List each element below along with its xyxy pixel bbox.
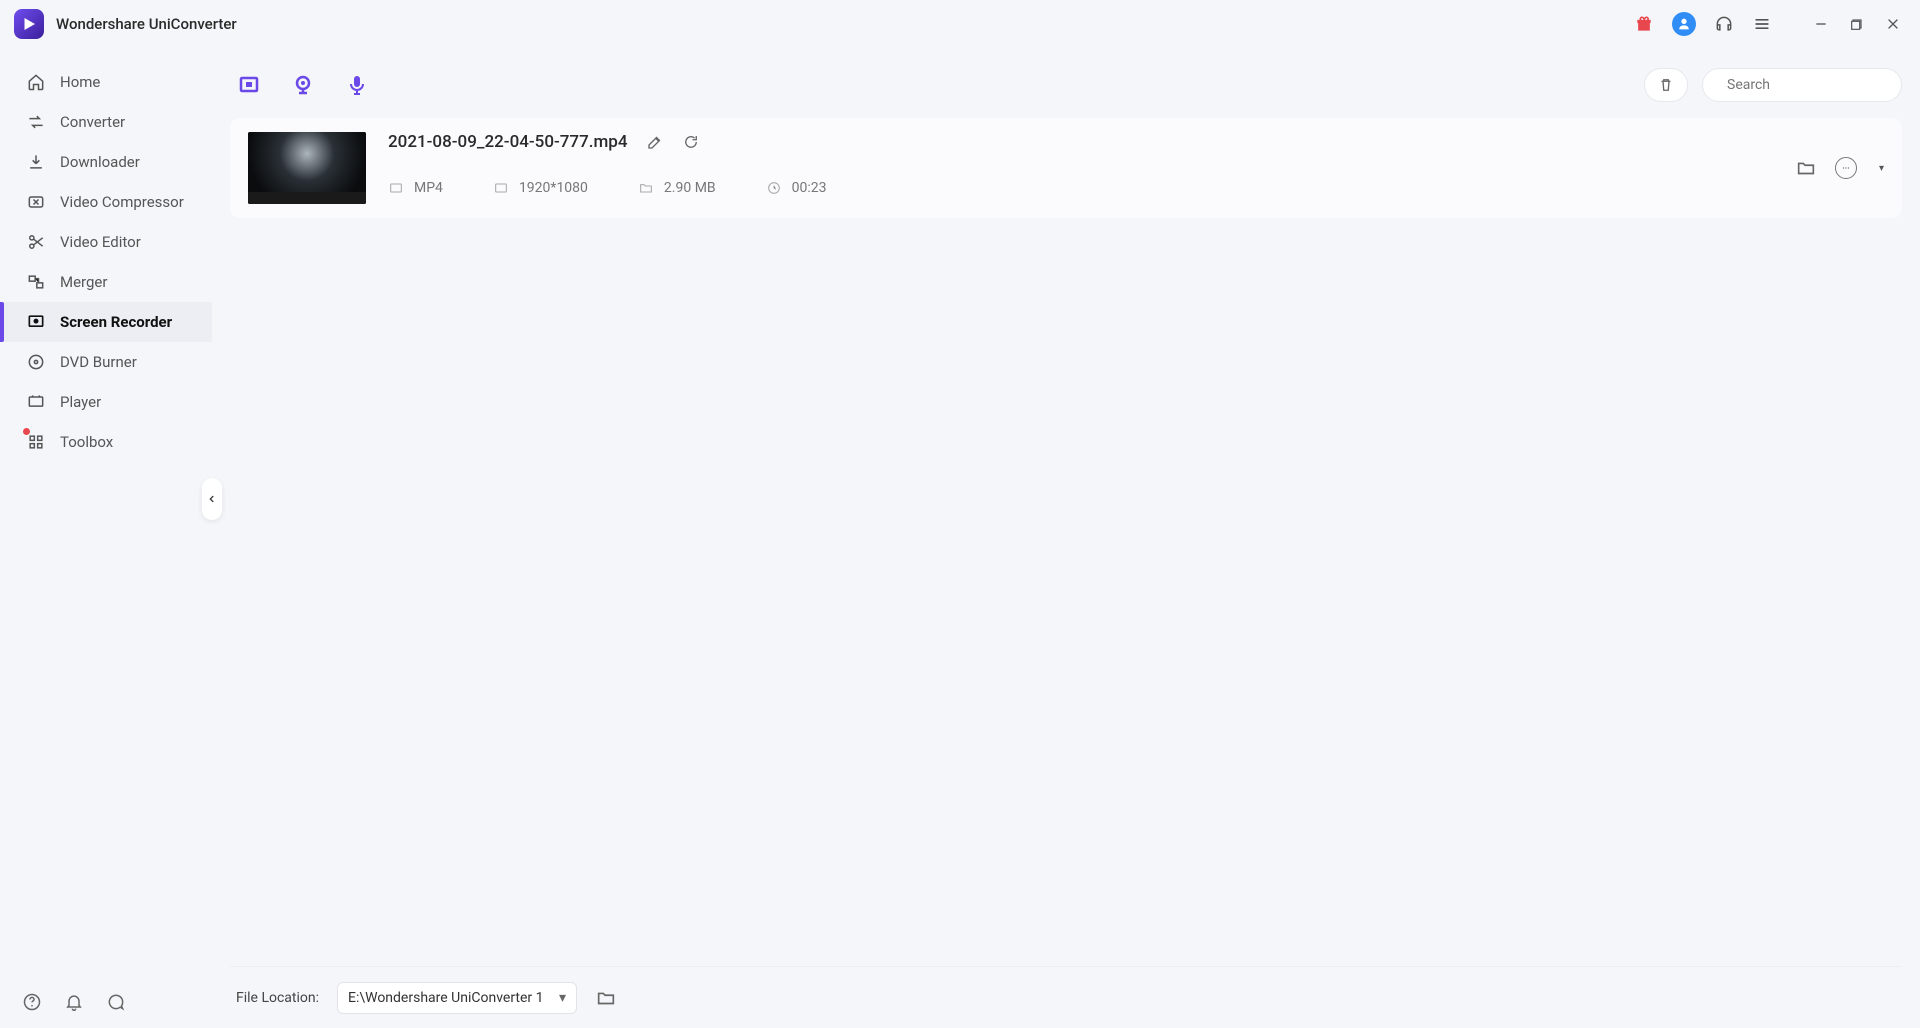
screen-record-icon: [237, 73, 261, 97]
more-icon: [1835, 157, 1857, 179]
sidebar-item-label: Converter: [60, 113, 125, 131]
open-location-button[interactable]: [595, 987, 617, 1009]
sidebar-item-home[interactable]: Home: [0, 62, 212, 102]
folder-icon: [595, 987, 617, 1009]
compress-icon: [26, 192, 46, 212]
window-close-button[interactable]: [1880, 11, 1906, 37]
format-icon: [388, 180, 404, 196]
file-format: MP4: [388, 180, 443, 196]
bell-icon: [64, 992, 84, 1012]
file-location-value: E:\Wondershare UniConverter 1: [348, 990, 543, 1006]
sidebar-item-video-editor[interactable]: Video Editor: [0, 222, 212, 262]
scissors-icon: [26, 232, 46, 252]
player-icon: [26, 392, 46, 412]
clock-icon: [766, 180, 782, 196]
sidebar-item-label: DVD Burner: [60, 353, 137, 371]
file-card[interactable]: 2021-08-09_22-04-50-777.mp4 MP4: [230, 118, 1902, 218]
help-button[interactable]: [22, 992, 42, 1012]
window-minimize-button[interactable]: [1808, 11, 1834, 37]
file-duration: 00:23: [766, 180, 827, 196]
sidebar-item-label: Merger: [60, 273, 107, 291]
sidebar-item-player[interactable]: Player: [0, 382, 212, 422]
microphone-icon: [345, 73, 369, 97]
sidebar-item-dvd-burner[interactable]: DVD Burner: [0, 342, 212, 382]
file-location-label: File Location:: [236, 990, 319, 1006]
toolbar: [230, 56, 1902, 114]
folder-icon: [638, 180, 654, 196]
help-icon: [22, 992, 42, 1012]
file-thumbnail[interactable]: [248, 132, 366, 204]
open-folder-button[interactable]: [1795, 157, 1817, 179]
chevron-down-icon[interactable]: ▾: [1879, 163, 1884, 174]
notifications-button[interactable]: [64, 992, 84, 1012]
chevron-down-icon: ▾: [559, 990, 566, 1006]
delete-button[interactable]: [1644, 68, 1688, 102]
sidebar: Home Converter Downloader Video Compress…: [0, 48, 212, 1028]
converter-icon: [26, 112, 46, 132]
hamburger-menu-icon[interactable]: [1752, 14, 1772, 34]
main-panel: 2021-08-09_22-04-50-777.mp4 MP4: [212, 48, 1920, 1028]
tab-screen-record[interactable]: [236, 72, 262, 98]
file-name: 2021-08-09_22-04-50-777.mp4: [388, 132, 628, 152]
sidebar-item-converter[interactable]: Converter: [0, 102, 212, 142]
toolbox-icon: [26, 432, 46, 452]
feedback-button[interactable]: [106, 992, 126, 1012]
folder-open-icon: [1795, 157, 1817, 179]
sidebar-item-toolbox[interactable]: Toolbox: [0, 422, 212, 462]
sidebar-item-label: Screen Recorder: [60, 313, 172, 331]
more-actions-button[interactable]: [1835, 157, 1857, 179]
disc-icon: [26, 352, 46, 372]
screen-recorder-icon: [26, 312, 46, 332]
sidebar-item-label: Video Editor: [60, 233, 141, 251]
resolution-icon: [493, 180, 509, 196]
footer: File Location: E:\Wondershare UniConvert…: [230, 966, 1902, 1028]
app-logo: [14, 9, 44, 39]
home-icon: [26, 72, 46, 92]
file-size: 2.90 MB: [638, 180, 716, 196]
file-location-select[interactable]: E:\Wondershare UniConverter 1 ▾: [337, 982, 577, 1014]
webcam-icon: [291, 73, 315, 97]
file-list: 2021-08-09_22-04-50-777.mp4 MP4: [230, 114, 1902, 966]
rename-button[interactable]: [646, 133, 664, 151]
app-title: Wondershare UniConverter: [56, 15, 237, 33]
file-resolution: 1920*1080: [493, 180, 588, 196]
titlebar: Wondershare UniConverter: [0, 0, 1920, 48]
user-icon: [1676, 16, 1692, 32]
download-icon: [26, 152, 46, 172]
sidebar-item-label: Downloader: [60, 153, 140, 171]
sidebar-item-label: Player: [60, 393, 101, 411]
search-input[interactable]: [1727, 77, 1905, 93]
chevron-left-icon: [207, 494, 217, 504]
sidebar-item-video-compressor[interactable]: Video Compressor: [0, 182, 212, 222]
sidebar-collapse-handle[interactable]: [202, 478, 222, 520]
tab-audio-record[interactable]: [344, 72, 370, 98]
search-box[interactable]: [1702, 68, 1902, 102]
sidebar-item-downloader[interactable]: Downloader: [0, 142, 212, 182]
account-avatar[interactable]: [1672, 12, 1696, 36]
notification-dot-icon: [23, 428, 30, 435]
tab-webcam-record[interactable]: [290, 72, 316, 98]
sidebar-item-label: Home: [60, 73, 100, 91]
window-maximize-button[interactable]: [1844, 11, 1870, 37]
sidebar-item-label: Toolbox: [60, 433, 113, 451]
gifts-icon[interactable]: [1634, 14, 1654, 34]
logo-icon: [20, 15, 38, 33]
merge-icon: [26, 272, 46, 292]
edit-icon: [646, 133, 664, 151]
sidebar-item-label: Video Compressor: [60, 193, 184, 211]
refresh-icon: [682, 133, 700, 151]
trash-icon: [1657, 76, 1675, 94]
refresh-button[interactable]: [682, 133, 700, 151]
sidebar-item-merger[interactable]: Merger: [0, 262, 212, 302]
support-icon[interactable]: [1714, 14, 1734, 34]
sidebar-item-screen-recorder[interactable]: Screen Recorder: [0, 302, 212, 342]
chat-icon: [106, 992, 126, 1012]
